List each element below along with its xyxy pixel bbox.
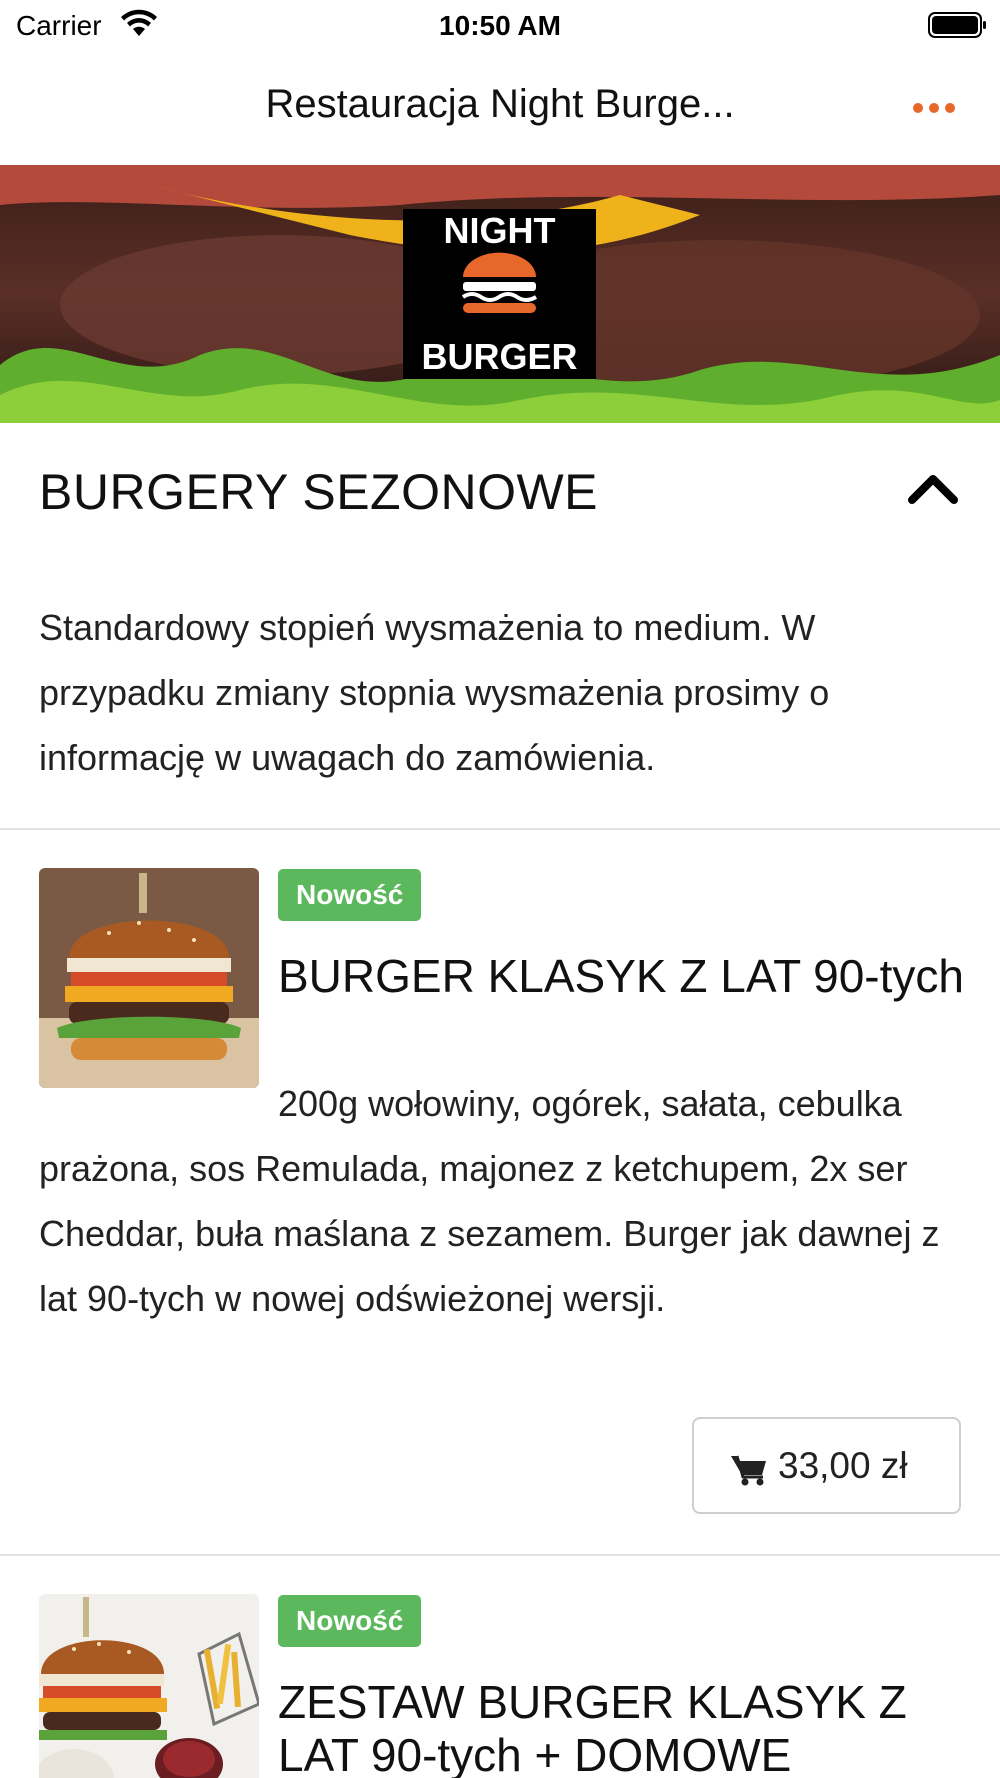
divider [0, 828, 1000, 830]
item-description: 200g wołowiny, ogórek, sałata, cebulka p… [39, 1083, 940, 1319]
item-title[interactable]: BURGER KLASYK Z LAT 90-tych [278, 950, 968, 1003]
divider [0, 1554, 1000, 1556]
section-description: Standardowy stopień wysmażenia to medium… [39, 607, 830, 778]
chevron-up-icon[interactable] [906, 468, 960, 508]
battery-full-icon [928, 12, 986, 38]
section-header-burgery-sezonowe[interactable]: BURGERY SEZONOWE [0, 423, 1000, 553]
section-title: BURGERY SEZONOWE [39, 464, 599, 520]
status-time: 10:50 AM [439, 10, 561, 41]
nav-title: Restauracja Night Burge... [265, 82, 735, 126]
status-bar: Carrier 10:50 AM [0, 0, 1000, 50]
item-image-burger-klasyk[interactable] [39, 868, 259, 1088]
burger-photo [39, 868, 259, 1088]
item-image-zestaw-burger-klasyk[interactable] [39, 1594, 259, 1778]
burger-set-photo [39, 1594, 259, 1778]
new-badge: Nowość [278, 869, 422, 921]
night-burger-logo: NIGHT BURGER [403, 209, 596, 379]
item-price: 33,00 zł [778, 1445, 908, 1486]
more-horizontal-icon[interactable] [912, 98, 956, 118]
new-badge: Nowość [278, 1595, 422, 1647]
item-title[interactable]: ZESTAW BURGER KLASYK Z LAT 90-tych + DOM… [278, 1676, 968, 1778]
night-burger-logo-graphic: NIGHT BURGER [421, 210, 577, 377]
logo-text-burger: BURGER [421, 336, 577, 377]
nav-bar: Restauracja Night Burge... [0, 50, 1000, 165]
add-to-cart-button[interactable]: 33,00 zł [692, 1417, 961, 1514]
logo-text-night: NIGHT [444, 210, 556, 251]
cart-icon [731, 1455, 766, 1486]
hero-banner: NIGHT BURGER [0, 165, 1000, 423]
